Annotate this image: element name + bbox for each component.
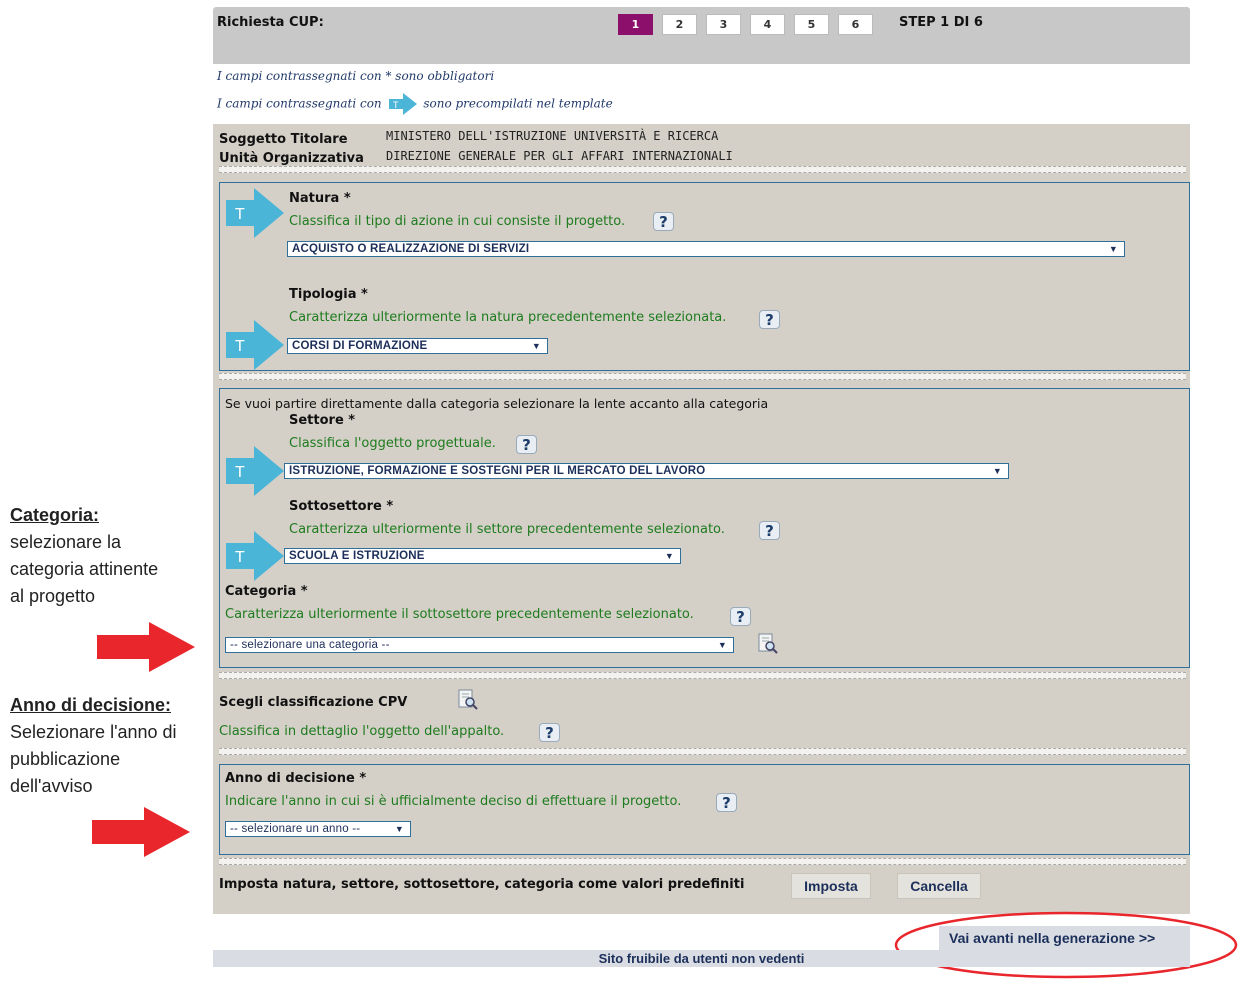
categoria-hint: Se vuoi partire direttamente dalla categ… — [225, 396, 769, 411]
chevron-down-icon: ▼ — [531, 341, 541, 351]
categoria-select-value: -- selezionare una categoria -- — [230, 639, 390, 651]
settore-help-text: Classifica l'oggetto progettuale. — [289, 436, 496, 451]
sottosettore-select[interactable]: SCUOLA E ISTRUZIONE ▼ — [284, 548, 681, 564]
template-arrow-icon: T — [226, 320, 284, 370]
cancella-button[interactable]: Cancella — [897, 873, 981, 899]
annotation-line: pubblicazione — [10, 749, 121, 769]
unita-organizzativa-value: DIREZIONE GENERALE PER GLI AFFARI INTERN… — [386, 149, 733, 163]
step-counter: STEP 1 DI 6 — [899, 15, 983, 30]
annotation-categoria: Categoria: selezionare la categoria atti… — [10, 502, 158, 610]
cpv-label: Scegli classificazione CPV — [219, 695, 408, 710]
chevron-down-icon: ▼ — [717, 640, 727, 650]
defaults-label: Imposta natura, settore, sottosettore, c… — [219, 877, 745, 892]
settore-select[interactable]: ISTRUZIONE, FORMAZIONE E SOSTEGNI PER IL… — [284, 463, 1009, 479]
step-2[interactable]: 2 — [662, 14, 697, 35]
settore-help-icon[interactable]: ? — [516, 435, 537, 454]
red-arrow-icon — [97, 622, 195, 672]
chevron-down-icon: ▼ — [1108, 244, 1118, 254]
categoria-help-text: Caratterizza ulteriormente il sottosetto… — [225, 607, 694, 622]
step-3[interactable]: 3 — [706, 14, 741, 35]
svg-text:T: T — [235, 206, 245, 223]
cpv-search-icon[interactable] — [457, 689, 479, 711]
categoria-select[interactable]: -- selezionare una categoria -- ▼ — [225, 637, 734, 653]
unita-organizzativa-label: Unità Organizzativa — [219, 151, 364, 166]
step-5[interactable]: 5 — [794, 14, 829, 35]
step-1[interactable]: 1 — [618, 14, 653, 35]
step-indicator: 1 2 3 4 5 6 — [618, 14, 873, 35]
categoria-help-icon[interactable]: ? — [730, 607, 751, 626]
divider — [219, 748, 1186, 755]
wizard-header: Richiesta CUP: 1 2 3 4 5 6 STEP 1 DI 6 — [213, 7, 1190, 64]
sottosettore-label: Sottosettore * — [289, 499, 394, 514]
cpv-help-text: Classifica in dettaglio l'oggetto dell'a… — [219, 724, 505, 739]
search-lens-icon[interactable] — [757, 633, 779, 655]
svg-text:T: T — [235, 464, 245, 481]
template-note-after: sono precompilati nel template — [423, 96, 613, 111]
soggetto-titolare-label: Soggetto Titolare — [219, 132, 348, 147]
anno-select-value: -- selezionare un anno -- — [230, 823, 361, 835]
divider — [219, 672, 1186, 679]
chevron-down-icon: ▼ — [664, 551, 674, 561]
anno-select[interactable]: -- selezionare un anno -- ▼ — [225, 821, 411, 837]
categoria-label: Categoria * — [225, 584, 308, 599]
annotation-anno: Anno di decisione: Selezionare l'anno di… — [10, 692, 177, 800]
natura-help-icon[interactable]: ? — [653, 212, 674, 231]
anno-help-text: Indicare l'anno in cui si è ufficialment… — [225, 794, 682, 809]
annotation-line: selezionare la — [10, 532, 122, 552]
divider — [219, 373, 1186, 380]
red-arrow-icon — [92, 807, 190, 857]
annotation-line: dell'avviso — [10, 776, 93, 796]
natura-select[interactable]: ACQUISTO O REALIZZAZIONE DI SERVIZI ▼ — [287, 241, 1125, 257]
sottosettore-select-value: SCUOLA E ISTRUZIONE — [289, 550, 425, 562]
accessibility-footer[interactable]: Sito fruibile da utenti non vedenti — [213, 950, 1190, 967]
template-note: I campi contrassegnati con T sono precom… — [217, 93, 613, 115]
step-6[interactable]: 6 — [838, 14, 873, 35]
template-badge-icon: T — [388, 93, 417, 115]
anno-help-icon[interactable]: ? — [716, 793, 737, 812]
imposta-button[interactable]: Imposta — [791, 873, 871, 899]
annotation-heading: Categoria: — [10, 505, 100, 525]
divider — [219, 858, 1186, 865]
natura-label: Natura * — [289, 191, 351, 206]
natura-help-text: Classifica il tipo di azione in cui cons… — [289, 214, 626, 229]
anno-label: Anno di decisione * — [225, 771, 367, 786]
highlight-ellipse — [894, 911, 1238, 979]
step-4[interactable]: 4 — [750, 14, 785, 35]
template-arrow-icon: T — [226, 531, 284, 581]
tipologia-help-text: Caratterizza ulteriormente la natura pre… — [289, 310, 727, 325]
template-arrow-icon: T — [226, 446, 284, 496]
required-note: I campi contrassegnati con * sono obblig… — [217, 69, 495, 83]
settore-select-value: ISTRUZIONE, FORMAZIONE E SOSTEGNI PER IL… — [289, 465, 706, 477]
page-title: Richiesta CUP: — [217, 15, 324, 30]
annotation-heading: Anno di decisione: — [10, 695, 172, 715]
chevron-down-icon: ▼ — [394, 824, 404, 834]
template-note-before: I campi contrassegnati con — [217, 96, 382, 111]
svg-text:T: T — [393, 100, 399, 110]
svg-text:T: T — [235, 338, 245, 355]
annotation-line: categoria attinente — [10, 559, 159, 579]
tipologia-help-icon[interactable]: ? — [759, 310, 780, 329]
cpv-help-icon[interactable]: ? — [539, 723, 560, 742]
sottosettore-help-text: Caratterizza ulteriormente il settore pr… — [289, 522, 725, 537]
tipologia-select-value: CORSI DI FORMAZIONE — [292, 340, 428, 352]
tipologia-select[interactable]: CORSI DI FORMAZIONE ▼ — [287, 338, 548, 354]
annotation-line: Selezionare l'anno di — [10, 722, 177, 742]
chevron-down-icon: ▼ — [992, 466, 1002, 476]
tipologia-label: Tipologia * — [289, 287, 368, 302]
divider — [219, 166, 1186, 173]
natura-select-value: ACQUISTO O REALIZZAZIONE DI SERVIZI — [292, 243, 530, 255]
annotation-line: al progetto — [10, 586, 96, 606]
template-arrow-icon: T — [226, 188, 284, 238]
soggetto-titolare-value: MINISTERO DELL'ISTRUZIONE UNIVERSITÀ E R… — [386, 129, 719, 143]
sottosettore-help-icon[interactable]: ? — [759, 521, 780, 540]
svg-text:T: T — [235, 549, 245, 566]
settore-label: Settore * — [289, 413, 356, 428]
